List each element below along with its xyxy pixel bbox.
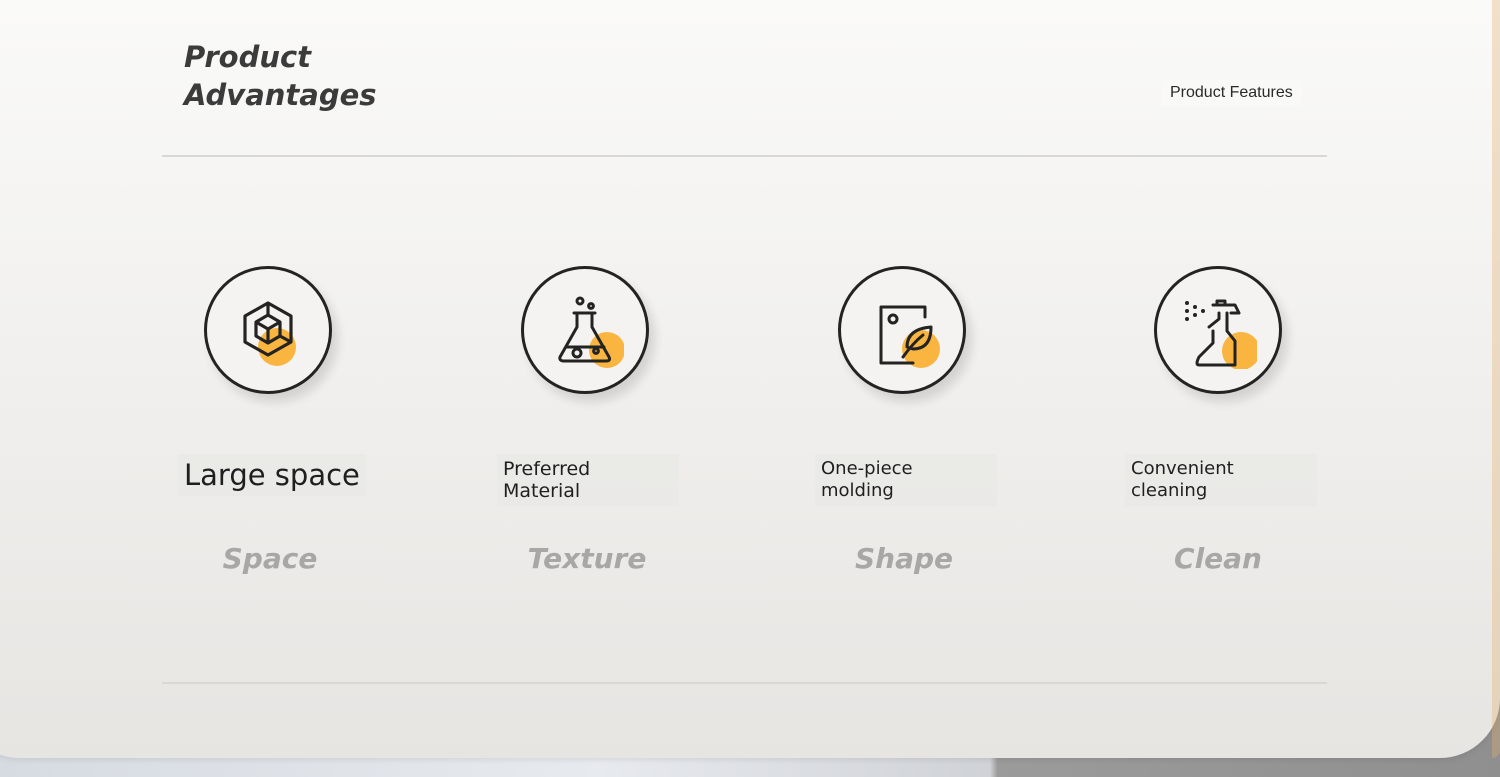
feature-sub-label: Shape bbox=[854, 542, 954, 575]
cube-icon bbox=[204, 266, 332, 394]
title-line-2: Advantages bbox=[184, 78, 377, 112]
title-line-1: Product bbox=[184, 40, 312, 74]
feature-label: Preferred Material bbox=[497, 454, 679, 506]
feature-sub-label: Clean bbox=[1174, 542, 1262, 575]
page-title: Product Advantages bbox=[184, 38, 404, 114]
feature-label: Convenient cleaning bbox=[1125, 454, 1317, 506]
bottom-divider bbox=[162, 682, 1327, 684]
feature-sub-label: Texture bbox=[527, 542, 647, 575]
flask-icon bbox=[521, 266, 649, 394]
leaf-panel-icon bbox=[838, 266, 966, 394]
feature-label-line-2: cleaning bbox=[1131, 480, 1208, 501]
feature-label: Large space bbox=[178, 454, 366, 496]
feature-label: One-piece molding bbox=[815, 454, 997, 506]
feature-sub-label: Space bbox=[222, 542, 318, 575]
spray-bottle-icon bbox=[1154, 266, 1282, 394]
top-divider bbox=[162, 155, 1327, 157]
feature-label-line-1: Convenient bbox=[1131, 458, 1234, 479]
feature-label-line-1: One-piece bbox=[821, 458, 913, 479]
feature-label-line-2: molding bbox=[821, 480, 894, 501]
product-features-label: Product Features bbox=[1162, 80, 1301, 106]
